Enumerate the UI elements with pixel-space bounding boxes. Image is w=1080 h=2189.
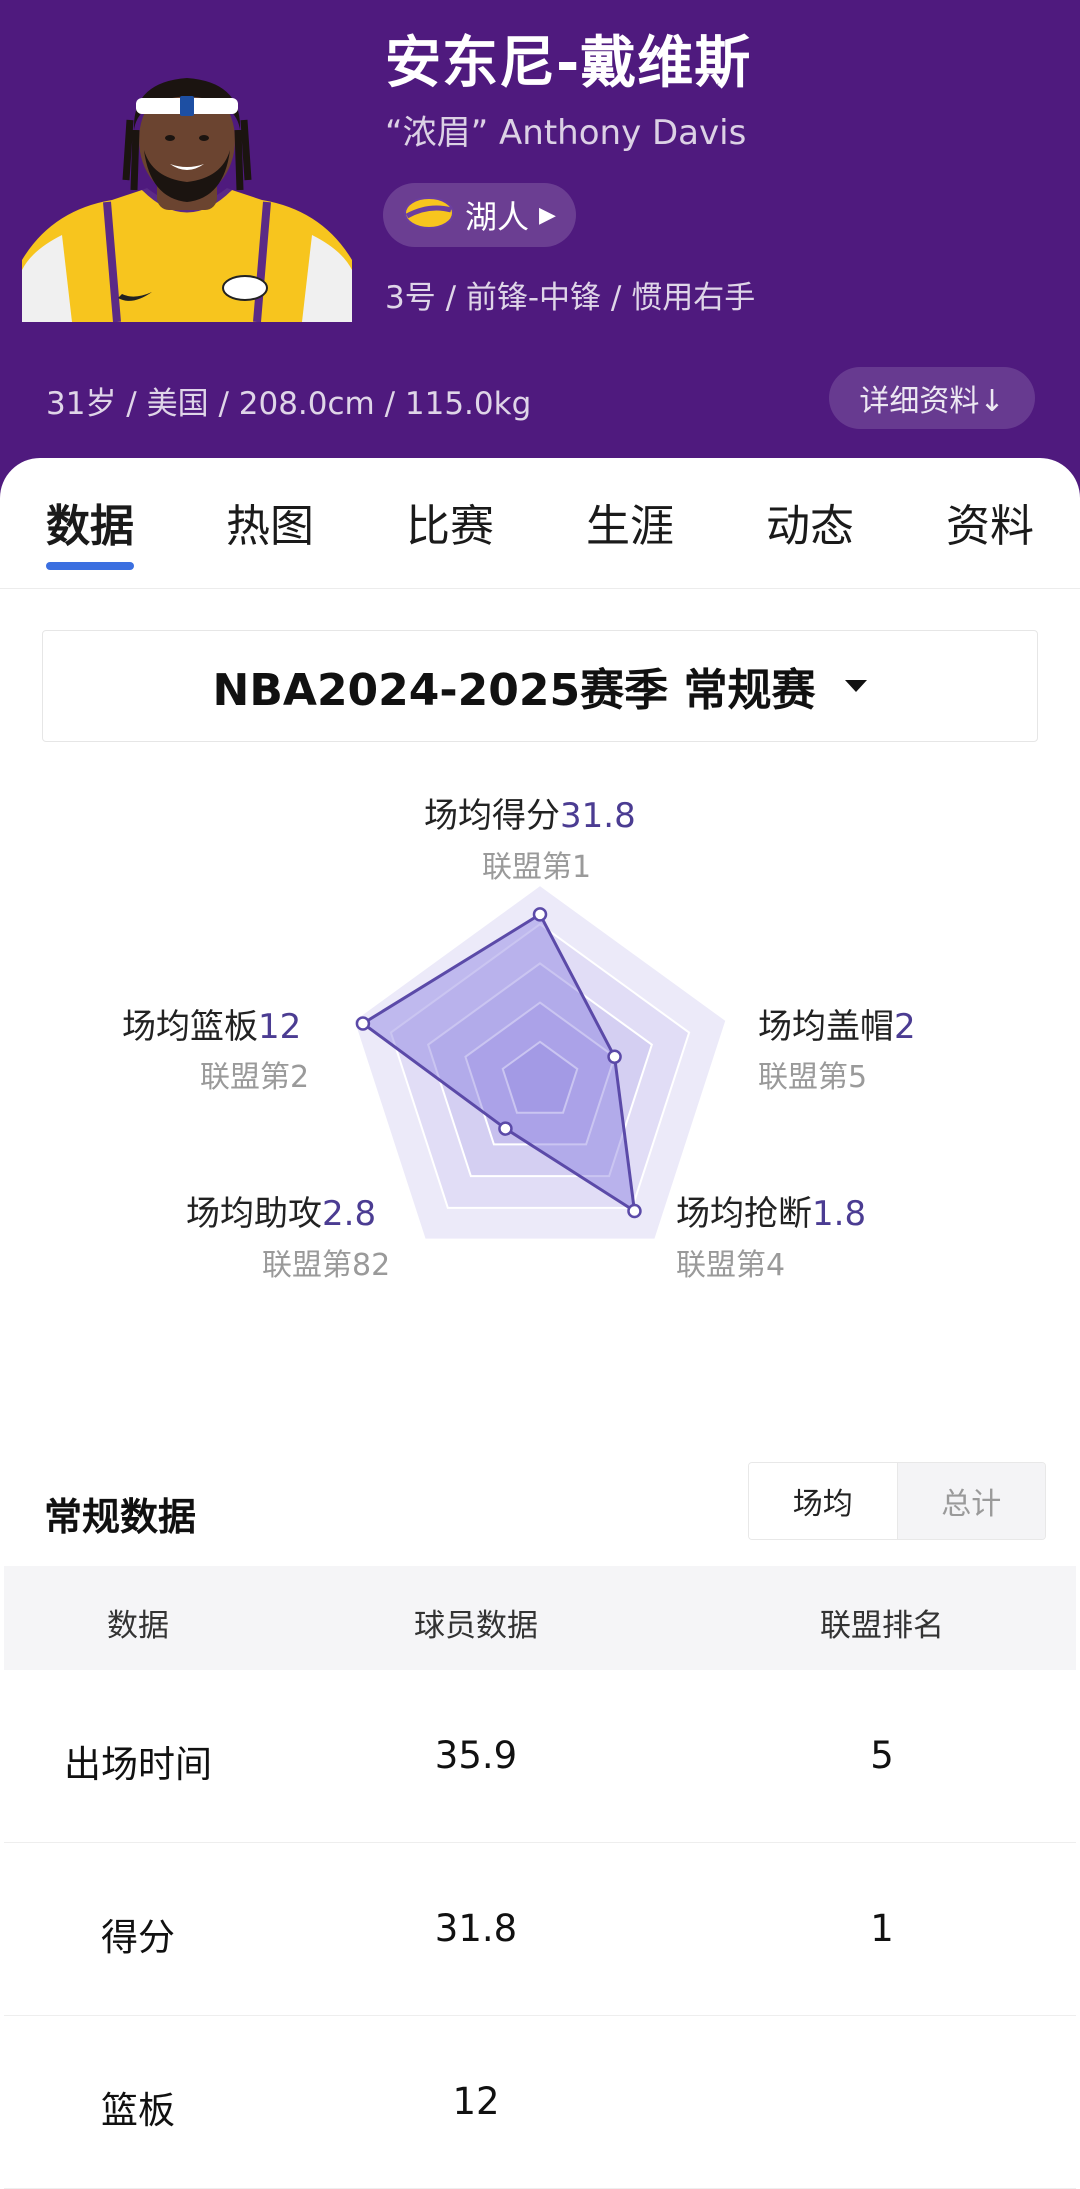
radar-value-points: 31.8 (560, 796, 636, 836)
radar-label-assists: 场均助攻2.8 (186, 1194, 377, 1234)
row-stat-name: 出场时间 (64, 1743, 212, 1786)
tab-career[interactable]: 生涯 (586, 490, 674, 554)
radar-rank-blocks: 联盟第5 (758, 1060, 868, 1095)
radar-rank-steals: 联盟第4 (676, 1248, 786, 1283)
tab-heatmap[interactable]: 热图 (226, 490, 314, 554)
player-meta: 3号 / 前锋-中锋 / 惯用右手 (385, 280, 756, 316)
team-name: 湖人 (465, 198, 530, 236)
radar-rank-rebounds: 联盟第2 (200, 1060, 310, 1095)
tab-profile[interactable]: 资料 (946, 490, 1034, 554)
table-row: 篮板 12 (4, 2016, 1076, 2189)
chevron-right-icon: ▶ (539, 202, 556, 228)
detail-profile-button[interactable]: 详细资料↓ (829, 367, 1035, 429)
player-name: 安东尼-戴维斯 (385, 31, 752, 96)
radar-label-blocks: 场均盖帽2 (758, 1007, 916, 1047)
caret-down-icon (845, 680, 868, 692)
stats-table: 数据 球员数据 联盟排名 出场时间 35.9 5 得分 31.8 1 篮板 12 (4, 1566, 1076, 2189)
regular-data-title: 常规数据 (44, 1495, 197, 1539)
toggle-total[interactable]: 总计 (896, 1463, 1045, 1539)
player-avatar (22, 60, 352, 322)
row-stat-value: 31.8 (434, 1907, 518, 1950)
radar-value-blocks: 2 (894, 1007, 916, 1047)
radar-value-assists: 2.8 (322, 1194, 377, 1234)
header-stat: 数据 (107, 1608, 169, 1644)
radar-point (627, 1203, 642, 1219)
table-row: 出场时间 35.9 5 (4, 1670, 1076, 1843)
tab-data[interactable]: 数据 (46, 490, 134, 554)
radar-label-points: 场均得分31.8 (424, 796, 636, 836)
radar-rank-points: 联盟第1 (482, 850, 592, 885)
header-league-rank: 联盟排名 (820, 1608, 944, 1644)
row-stat-rank: 5 (870, 1734, 894, 1777)
row-stat-name: 得分 (101, 1916, 175, 1959)
radar-value-rebounds: 12 (258, 1007, 302, 1047)
player-header: 安东尼-戴维斯 “浓眉” Anthony Davis 湖人 ▶ 3号 / 前锋-… (0, 0, 1080, 500)
tab-matches[interactable]: 比赛 (406, 490, 494, 554)
radar-rank-assists: 联盟第82 (262, 1248, 391, 1283)
tab-news[interactable]: 动态 (766, 490, 854, 554)
toggle-per-game[interactable]: 场均 (749, 1463, 897, 1539)
radar-label-steals: 场均抢断1.8 (676, 1194, 867, 1234)
active-tab-indicator (46, 562, 134, 570)
player-bio: 31岁 / 美国 / 208.0cm / 115.0kg (46, 386, 532, 422)
radar-label-rebounds: 场均篮板12 (122, 1007, 302, 1047)
row-stat-name: 篮板 (101, 2089, 175, 2132)
season-label: NBA2024-2025赛季 常规赛 (212, 665, 816, 716)
row-stat-value: 35.9 (434, 1734, 518, 1777)
stat-mode-toggle: 场均 总计 (748, 1462, 1046, 1540)
table-header: 数据 球员数据 联盟排名 (4, 1566, 1076, 1670)
season-selector[interactable]: NBA2024-2025赛季 常规赛 (42, 630, 1038, 742)
radar-point (498, 1121, 513, 1136)
radar-value-steals: 1.8 (812, 1194, 867, 1234)
player-nickname: “浓眉” Anthony Davis (385, 113, 747, 153)
header-player-value: 球员数据 (414, 1608, 538, 1644)
radar-point (355, 1016, 371, 1031)
row-stat-rank: 1 (870, 1907, 894, 1950)
content-card: 数据 热图 比赛 生涯 动态 资料 NBA2024-2025赛季 常规赛 场均得… (0, 458, 1080, 2189)
radar-point (607, 1049, 622, 1065)
radar-point (532, 907, 548, 922)
lakers-logo-icon (403, 196, 455, 234)
team-link[interactable]: 湖人 ▶ (383, 183, 576, 247)
tab-bar: 数据 热图 比赛 生涯 动态 资料 (0, 458, 1080, 589)
table-row: 得分 31.8 1 (4, 1843, 1076, 2016)
row-stat-value: 12 (452, 2080, 500, 2123)
